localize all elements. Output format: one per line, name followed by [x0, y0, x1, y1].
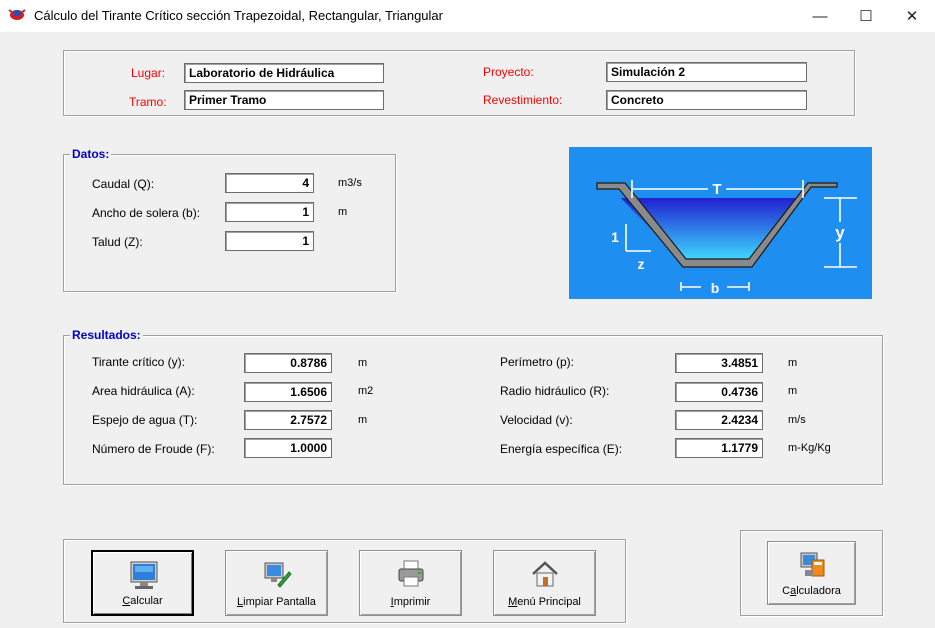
- caudal-label: Caudal (Q):: [92, 177, 155, 191]
- area-unit: m2: [358, 385, 374, 397]
- close-button[interactable]: ✕: [889, 0, 935, 32]
- datos-title: Datos:: [70, 147, 112, 161]
- radio-unit: m: [788, 385, 798, 397]
- ancho-label: Ancho de solera (b):: [92, 206, 201, 220]
- froude-label: Número de Froude (F):: [92, 442, 215, 456]
- main-panel: Lugar: Laboratorio de Hidráulica Tramo: …: [8, 32, 927, 628]
- calculadora-label: Calculadora: [782, 585, 841, 597]
- title-bar: Cálculo del Tirante Crítico sección Trap…: [0, 0, 935, 32]
- diagram-label-y: y: [835, 223, 845, 242]
- diagram-label-1: 1: [611, 229, 619, 245]
- calcular-label: Calcular: [122, 595, 163, 607]
- energia-unit: m-Kg/Kg: [788, 442, 831, 454]
- proyecto-field[interactable]: Simulación 2: [606, 62, 807, 82]
- radio-label: Radio hidráulico (R):: [500, 384, 610, 398]
- area-label: Area hidráulica (A):: [92, 384, 195, 398]
- caudal-input[interactable]: 4: [225, 173, 314, 193]
- imprimir-label: Imprimir: [390, 596, 431, 608]
- lugar-label: Lugar:: [131, 66, 166, 80]
- tramo-field[interactable]: Primer Tramo: [184, 90, 384, 110]
- printer-icon: [398, 560, 424, 587]
- calculator-icon: [800, 552, 825, 577]
- resultados-title: Resultados:: [70, 328, 143, 342]
- revestimiento-label: Revestimiento:: [483, 93, 563, 107]
- limpiar-pantalla-label: Limpiar Pantalla: [237, 596, 316, 608]
- energia-label: Energía específica (E):: [500, 442, 623, 456]
- maximize-button[interactable]: ☐: [843, 0, 889, 32]
- menu-principal-label: Menú Principal: [508, 596, 581, 608]
- velocidad-unit: m/s: [788, 414, 806, 426]
- calculadora-button[interactable]: Calculadora: [767, 541, 856, 605]
- ancho-input[interactable]: 1: [225, 202, 314, 222]
- minimize-button[interactable]: —: [797, 0, 843, 32]
- limpiar-pantalla-button[interactable]: Limpiar Pantalla: [225, 550, 328, 616]
- diagram-label-T: T: [712, 181, 721, 198]
- energia-output[interactable]: 1.1779: [675, 438, 763, 458]
- lugar-field[interactable]: Laboratorio de Hidráulica: [184, 63, 384, 83]
- monitor-icon: [130, 561, 158, 589]
- clean-screen-icon: [264, 562, 292, 588]
- imprimir-button[interactable]: Imprimir: [359, 550, 462, 616]
- froude-output[interactable]: 1.0000: [244, 438, 332, 458]
- tirante-output[interactable]: 0.8786: [244, 353, 332, 373]
- perimetro-unit: m: [788, 357, 798, 369]
- app-logo-icon: [8, 9, 26, 20]
- calcular-button[interactable]: Calcular: [91, 550, 194, 616]
- perimetro-output[interactable]: 3.4851: [675, 353, 763, 373]
- velocidad-label: Velocidad (v):: [500, 413, 573, 427]
- diagram-label-z: z: [638, 256, 645, 272]
- channel-diagram: T y 1 z b: [569, 147, 872, 299]
- maximize-icon: ☐: [859, 8, 873, 25]
- caudal-unit: m3/s: [338, 177, 362, 189]
- proyecto-label: Proyecto:: [483, 65, 534, 79]
- trapezoid-channel-icon: T y 1 z b: [596, 180, 857, 296]
- diagram-label-b: b: [711, 280, 720, 296]
- minimize-icon: —: [812, 7, 828, 25]
- talud-input[interactable]: 1: [225, 231, 314, 251]
- tirante-unit: m: [358, 357, 368, 369]
- close-icon: ✕: [905, 8, 919, 25]
- perimetro-label: Perímetro (p):: [500, 355, 575, 369]
- home-icon: [532, 561, 558, 587]
- espejo-label: Espejo de agua (T):: [92, 413, 198, 427]
- talud-label: Talud (Z):: [92, 235, 143, 249]
- ancho-unit: m: [338, 206, 348, 218]
- radio-output[interactable]: 0.4736: [675, 382, 763, 402]
- tirante-label: Tirante crítico (y):: [92, 355, 185, 369]
- velocidad-output[interactable]: 2.4234: [675, 410, 763, 430]
- tramo-label: Tramo:: [129, 95, 167, 109]
- area-output[interactable]: 1.6506: [244, 382, 332, 402]
- revestimiento-field[interactable]: Concreto: [606, 90, 807, 110]
- menu-principal-button[interactable]: Menú Principal: [493, 550, 596, 616]
- espejo-output[interactable]: 2.7572: [244, 410, 332, 430]
- window-title: Cálculo del Tirante Crítico sección Trap…: [34, 8, 443, 23]
- espejo-unit: m: [358, 414, 368, 426]
